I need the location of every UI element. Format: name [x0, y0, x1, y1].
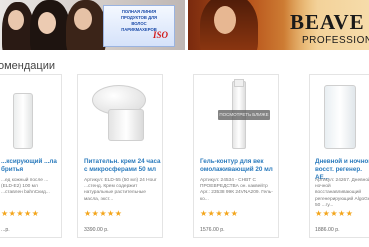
brand-subtitle: PROFESSIONAL	[302, 35, 369, 46]
product-package: ПОЛНАЯ ЛИНИЯ ПРОДУКТОВ ДЛЯ ВОЛОС ПАРИКМА…	[103, 5, 175, 47]
model-face-image	[74, 8, 92, 30]
product-tube-image	[13, 93, 33, 149]
tube-cap-image	[234, 79, 244, 87]
product-price: 1886.00 р.	[315, 227, 340, 233]
product-price: 1576.00 р.	[200, 227, 225, 233]
product-rating-stars: ★★★★★	[84, 209, 123, 218]
product-rating-stars: ★★★★★	[315, 209, 354, 218]
product-card[interactable]: Питательн. крем 24 часа с микросферами 5…	[77, 74, 163, 238]
promo-banner-hair-products[interactable]: ПОЛНАЯ ЛИНИЯ ПРОДУКТОВ ДЛЯ ВОЛОС ПАРИКМА…	[0, 0, 185, 50]
product-price: ...р.	[1, 227, 10, 233]
cream-jar-body-image	[108, 109, 144, 141]
package-text: ВОЛОС	[131, 21, 147, 26]
product-rating-stars: ★★★★★	[1, 209, 40, 218]
product-name-link[interactable]: ...ксирующий ...ла бритья	[1, 158, 59, 174]
product-price: 3390.00 р.	[84, 227, 109, 233]
product-name-link[interactable]: Питательн. крем 24 часа с микросферами 5…	[84, 158, 162, 174]
product-description: Артикул: 24534 - CHBT C ПРОЕВРЕДСТВА он.…	[200, 178, 273, 202]
product-rating-stars: ★★★★★	[200, 209, 239, 218]
product-tube-image	[324, 85, 356, 149]
banner-logo: ISO	[153, 30, 169, 40]
package-text: ПРОДУКТОВ ДЛЯ	[120, 15, 158, 20]
product-name-link[interactable]: Гель-контур для век омолаживающий 20 мл	[200, 158, 278, 174]
product-image[interactable]	[310, 75, 369, 155]
product-description: ...ед кожный после ...(ELD-E2) 100 мл ..…	[1, 178, 50, 196]
product-image[interactable]	[78, 75, 162, 155]
product-card[interactable]: ...ксирующий ...ла бритья ...ед кожный п…	[0, 74, 62, 238]
product-description: Артикул: 24267. Дневной и ночной восстан…	[315, 178, 369, 208]
product-image[interactable]	[0, 75, 61, 155]
product-card[interactable]: Дневной и ночной восст. регенер. АЕ... А…	[309, 74, 369, 238]
model-face-image	[8, 10, 24, 30]
product-card[interactable]: Гель-контур для век омолаживающий 20 мл …	[193, 74, 279, 238]
model-face-image	[38, 12, 56, 34]
package-text: ПОЛНАЯ ЛИНИЯ	[121, 9, 157, 14]
model-face-image	[214, 6, 236, 34]
section-title: омендации	[0, 60, 55, 72]
product-description: Артикул: ELD-55 (50 мл) 24 Hour ...стенд…	[84, 178, 157, 202]
quick-view-button[interactable]: ПОСМОТРЕТЬ БЛИЖЕ	[218, 110, 270, 120]
brand-logo-text: BEAVE	[290, 10, 365, 34]
